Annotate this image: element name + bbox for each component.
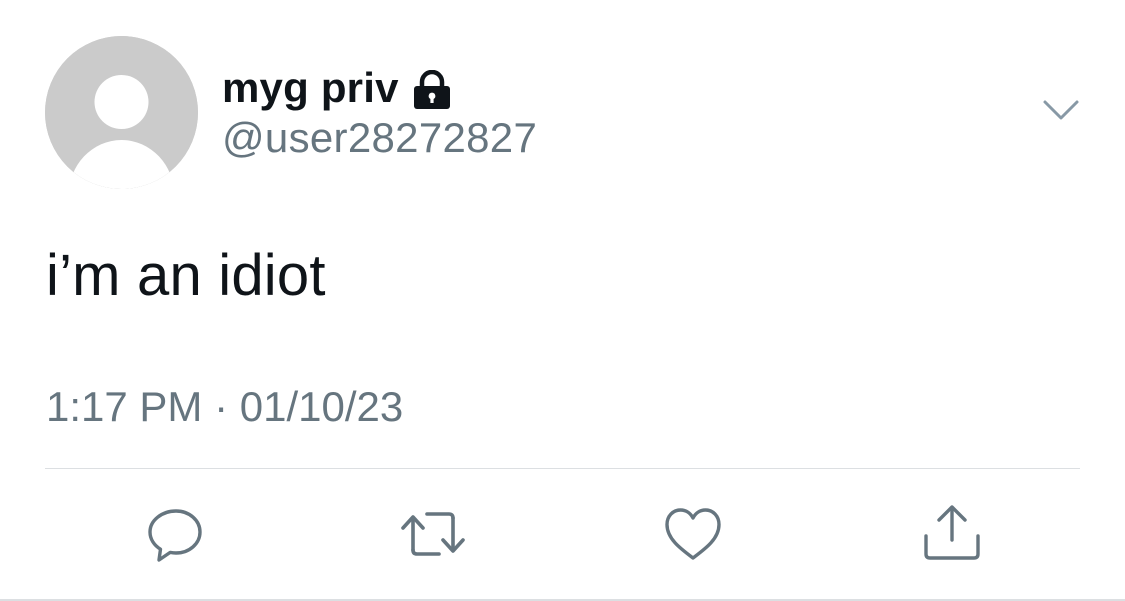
reply-icon [148, 509, 202, 562]
chevron-down-icon [1043, 100, 1079, 120]
tweet-timestamp[interactable]: 1:17 PM · 01/10/23 [46, 383, 403, 431]
tweet-text: i’m an idiot [46, 243, 326, 308]
avatar[interactable] [45, 36, 198, 189]
share-button[interactable] [922, 504, 982, 564]
default-avatar-icon [45, 36, 198, 189]
display-name[interactable]: myg priv [222, 64, 399, 112]
lock-icon [411, 69, 453, 110]
reply-button[interactable] [145, 504, 205, 564]
heart-icon [665, 508, 721, 560]
retweet-icon [401, 512, 465, 556]
share-icon [924, 505, 980, 560]
user-handle[interactable]: @user28272827 [222, 114, 537, 162]
author-name-row[interactable]: myg priv [222, 58, 453, 118]
like-button[interactable] [663, 504, 723, 564]
more-options-button[interactable] [1040, 96, 1082, 124]
retweet-button[interactable] [401, 504, 465, 564]
divider [45, 468, 1080, 469]
